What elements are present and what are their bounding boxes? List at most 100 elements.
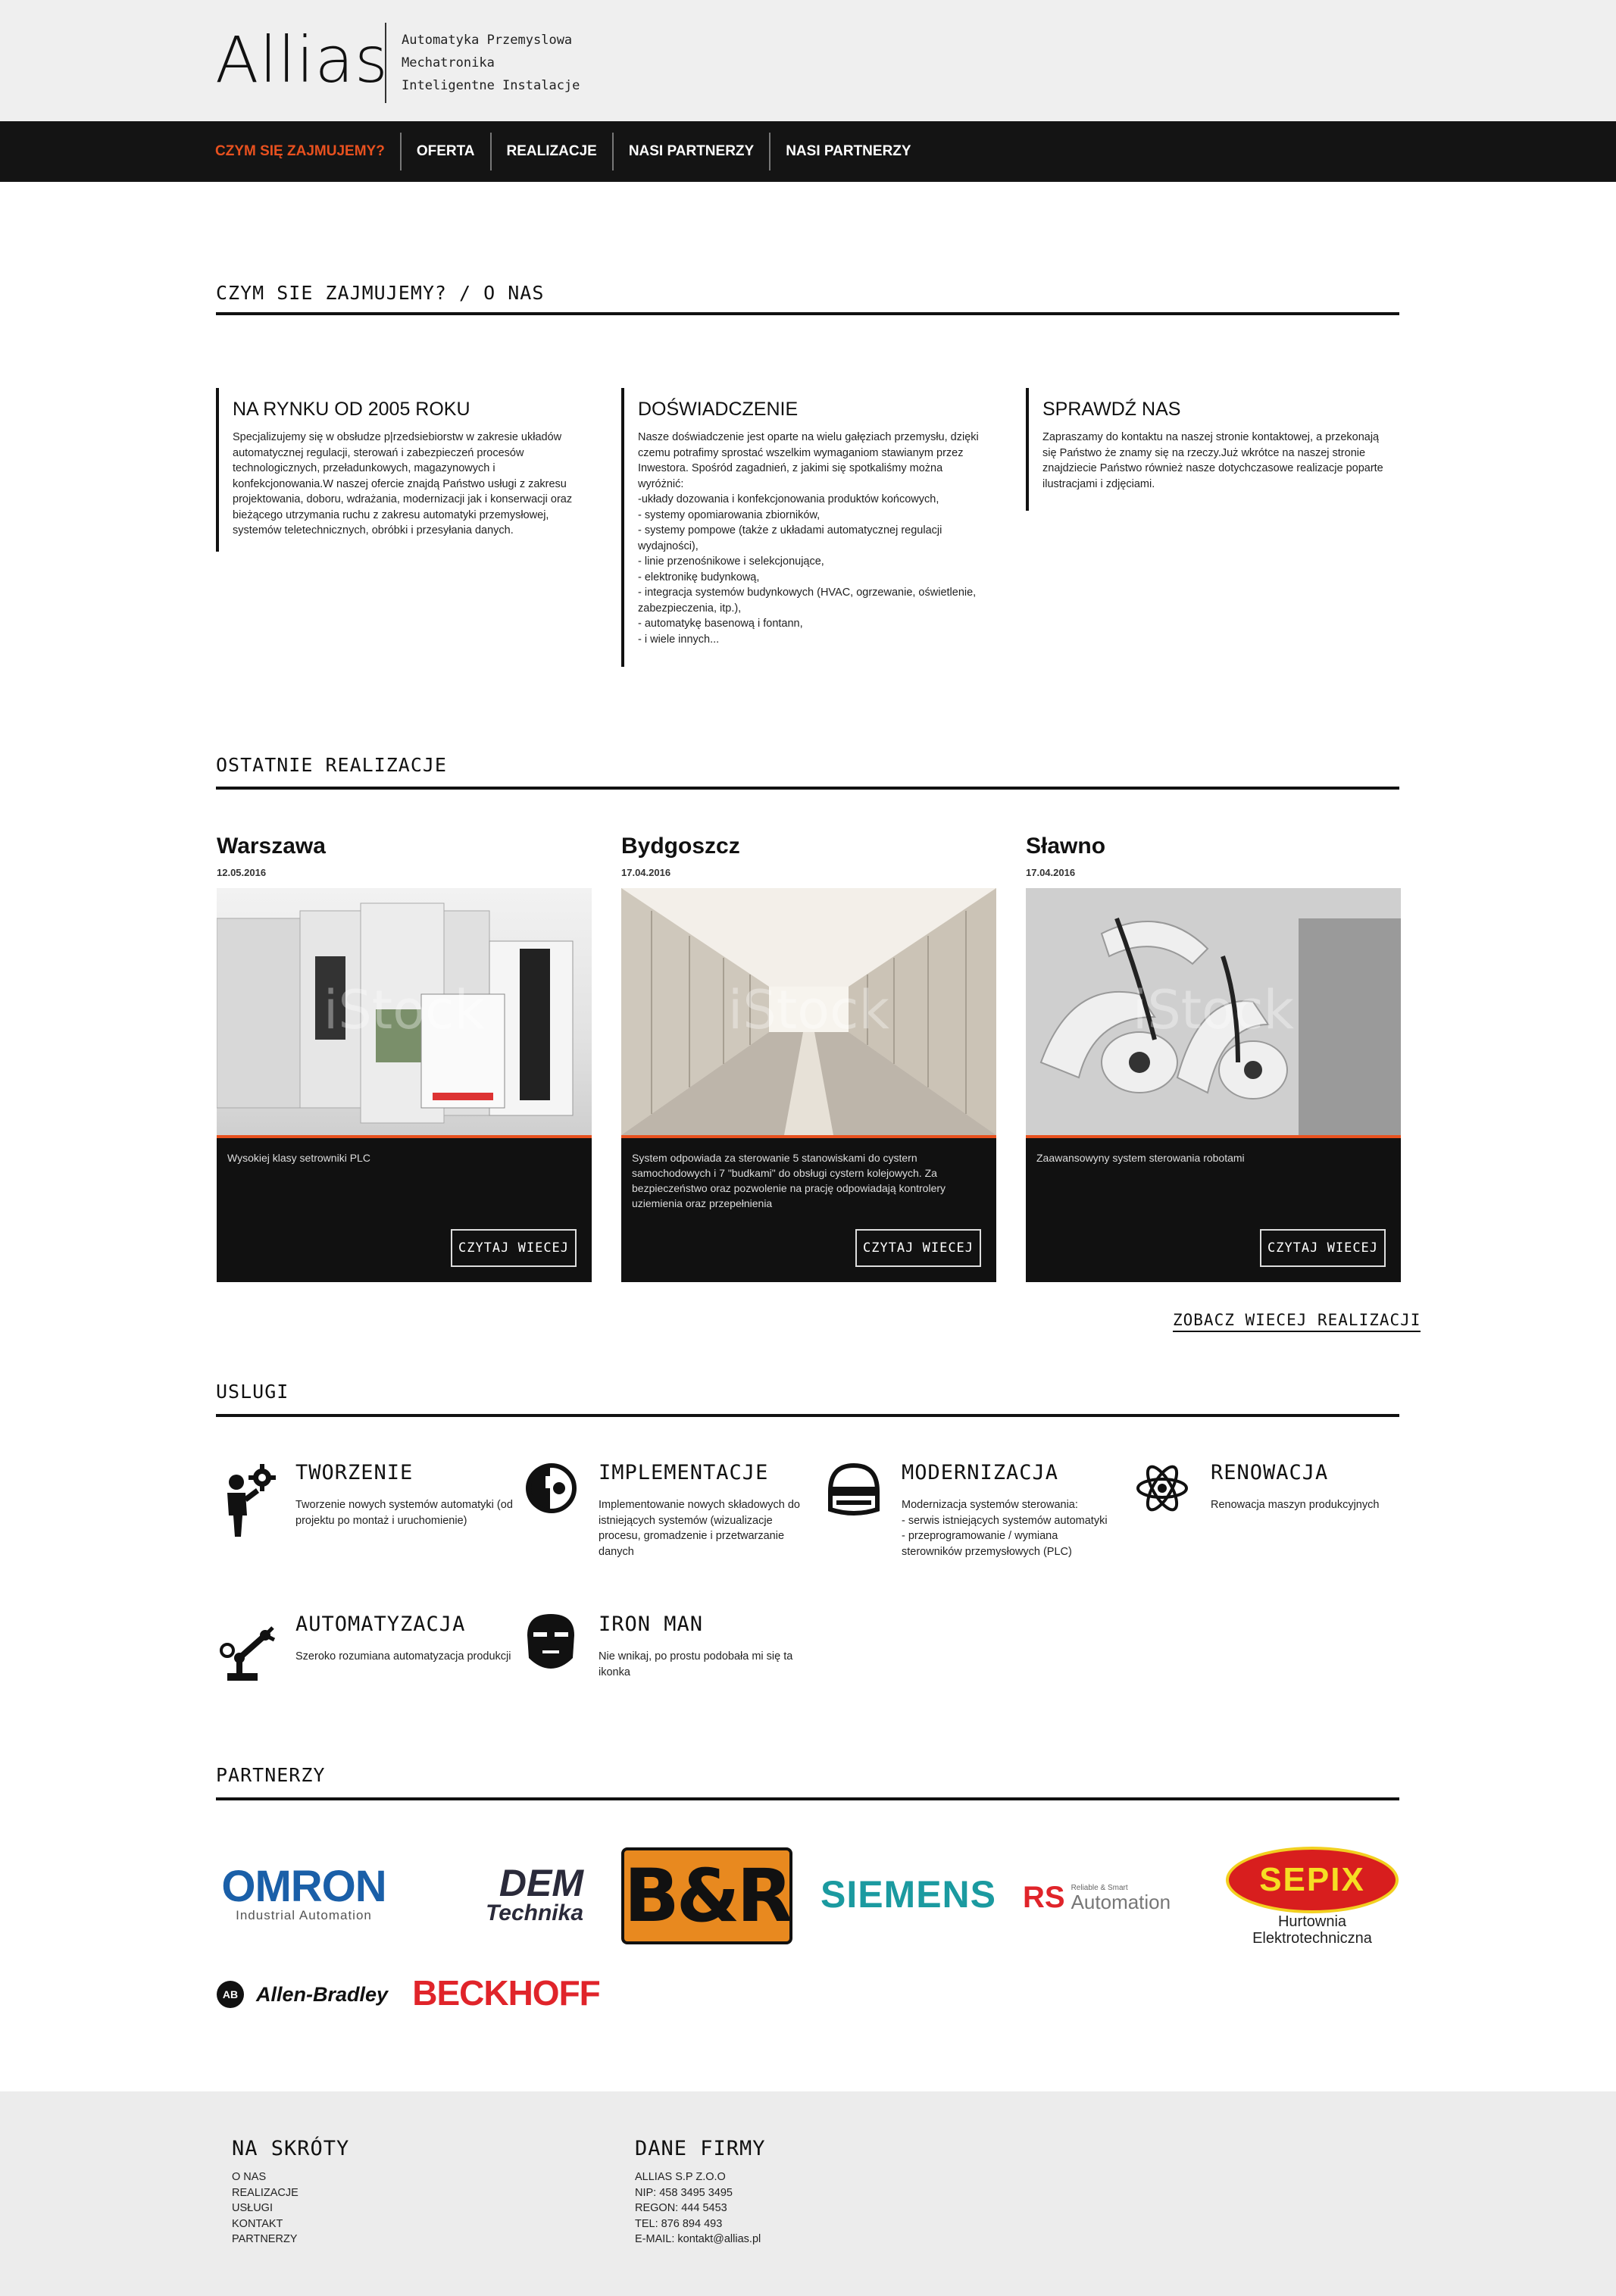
- service-name: MODERNIZACJA: [902, 1461, 1059, 1484]
- service-text: Renowacja maszyn produkcyjnych: [1211, 1499, 1380, 1511]
- realizacja-city: Bydgoszcz: [621, 834, 740, 859]
- footer-shortcuts: NA SKRÓTY O NAS REALIZACJE USŁUGI KONTAK…: [232, 2137, 349, 2248]
- service-text: Nie wnikaj, po prostu podobała mi się ta…: [599, 1650, 793, 1678]
- uslugi-title: USLUGI: [216, 1381, 289, 1403]
- site-logo[interactable]: Allias: [215, 23, 389, 97]
- footer-company-title: DANE FIRMY: [635, 2137, 766, 2160]
- main-nav: CZYM SIĘ ZAJMUJEMY? OFERTA REALIZACJE NA…: [0, 121, 1616, 182]
- omron-sub: Industrial Automation: [236, 1908, 372, 1922]
- about-heading: DOŚWIADCZENIE: [638, 399, 799, 420]
- service-name: IMPLEMENTACJE: [599, 1461, 769, 1484]
- nav-item-czym-sie-zajmujemy[interactable]: CZYM SIĘ ZAJMUJEMY?: [215, 133, 400, 170]
- beckhoff-wordmark: BECKHOFF: [412, 1973, 601, 2013]
- tagline-line: Inteligentne Instalacje: [402, 78, 580, 93]
- rs-wordmark: RS: [1023, 1880, 1065, 1914]
- partner-dem-logo[interactable]: DEM Technika: [421, 1864, 583, 1925]
- nav-item-oferta[interactable]: OFERTA: [399, 133, 490, 170]
- service-text: Szeroko rozumiana automatyzacja produkcj…: [295, 1650, 511, 1663]
- footer-link-uslugi[interactable]: USŁUGI: [232, 2201, 349, 2216]
- service-tworzenie: TWORZENIE Tworzenie nowych systemów auto…: [220, 1461, 513, 1544]
- partnerzy-rule: [216, 1797, 1399, 1800]
- realizacja-desc: Zaawansowyny system sterowania robotami: [1036, 1152, 1245, 1164]
- logo-divider: [385, 23, 386, 103]
- service-renowacja: RENOWACJA Renowacja maszyn produkcyjnych: [1135, 1461, 1423, 1544]
- service-name: IRON MAN: [599, 1613, 704, 1636]
- image-watermark: iStock: [1132, 979, 1295, 1041]
- partner-sepix-logo[interactable]: SEPIX Hurtownia Elektrotechniczna: [1224, 1843, 1400, 1950]
- service-automatyzacja: AUTOMATYZACJA Szeroko rozumiana automaty…: [220, 1613, 511, 1696]
- plc-photo[interactable]: iStock: [217, 888, 592, 1135]
- company-tel: TEL: 876 894 493: [635, 2217, 723, 2230]
- sepix-wordmark: SEPIX: [1259, 1861, 1365, 1898]
- footer-link-partnerzy[interactable]: PARTNERZY: [232, 2232, 349, 2248]
- image-watermark: iStock: [323, 979, 486, 1041]
- about-heading: SPRAWDŹ NAS: [1042, 399, 1181, 420]
- partner-omron-logo[interactable]: OMRON Industrial Automation: [217, 1864, 391, 1925]
- nav-item-realizacje[interactable]: REALIZACJE: [489, 133, 612, 170]
- partner-allen-bradley-logo[interactable]: AB Allen-Bradley: [217, 1978, 391, 2011]
- about-text: Specjalizujemy się w obsłudze p|rzedsieb…: [233, 431, 573, 536]
- about-text: Zapraszamy do kontaktu na naszej stronie…: [1042, 431, 1383, 490]
- partner-beckhoff-logo[interactable]: BECKHOFF: [412, 1972, 601, 2014]
- dem-sub: Technika: [486, 1900, 583, 1925]
- image-watermark: iStock: [727, 979, 890, 1041]
- partner-rs-logo[interactable]: RS Reliable & Smart Automation: [1023, 1875, 1200, 1920]
- more-realizacje-link[interactable]: ZOBACZ WIECEJ REALIZACJI: [1173, 1311, 1421, 1332]
- realizacja-desc: System odpowiada za sterowanie 5 stanowi…: [632, 1152, 946, 1209]
- tagline-line: Mechatronika: [402, 55, 495, 70]
- company-email[interactable]: E-MAIL: kontakt@allias.pl: [635, 2232, 766, 2248]
- realizacja-card-warszawa: Warszawa 12.05.2016 iStock Wysokiej klas…: [217, 834, 592, 1282]
- sepix-ellipse: SEPIX: [1226, 1847, 1399, 1913]
- nav-item-nasi-partnerzy-2[interactable]: NASI PARTNERZY: [769, 133, 926, 170]
- about-text: Nasze doświadczenie jest oparte na wielu…: [638, 431, 979, 646]
- company-regon: REGON: 444 5453: [635, 2202, 727, 2214]
- uslugi-rule: [216, 1414, 1399, 1417]
- atom-icon: [1136, 1465, 1188, 1512]
- allen-bradley-wordmark: Allen-Bradley: [256, 1982, 389, 2006]
- rs-sub: Automation: [1071, 1890, 1171, 1913]
- service-name: RENOWACJA: [1211, 1461, 1329, 1484]
- realizacje-title: OSTATNIE REALIZACJE: [216, 754, 447, 776]
- partnerzy-title: PARTNERZY: [216, 1764, 326, 1786]
- about-heading: NA RYNKU OD 2005 ROKU: [233, 399, 470, 420]
- read-more-button[interactable]: CZYTAJ WIECEJ: [451, 1229, 577, 1267]
- about-title: CZYM SIE ZAJMUJEMY? / O NAS: [216, 282, 545, 304]
- ab-badge: AB: [217, 1981, 244, 2008]
- realizacja-date: 17.04.2016: [1026, 867, 1076, 878]
- footer-link-kontakt[interactable]: KONTAKT: [232, 2216, 349, 2232]
- dem-wordmark: DEM: [499, 1862, 583, 1904]
- realizacja-date: 12.05.2016: [217, 867, 267, 878]
- service-text: Tworzenie nowych systemów automatyki (od…: [295, 1499, 513, 1527]
- service-name: TWORZENIE: [295, 1461, 414, 1484]
- corridor-photo[interactable]: iStock: [621, 888, 996, 1135]
- robots-photo[interactable]: iStock: [1026, 888, 1401, 1135]
- realizacja-city: Warszawa: [217, 834, 326, 859]
- partner-br-logo[interactable]: B&R: [621, 1847, 792, 1944]
- robot-arm-icon: [220, 1626, 276, 1681]
- about-rule: [216, 312, 1399, 315]
- service-modernizacja: MODERNIZACJA Modernizacja systemów stero…: [826, 1461, 1114, 1558]
- realizacja-desc: Wysokiej klasy setrowniki PLC: [227, 1152, 370, 1164]
- read-more-button[interactable]: CZYTAJ WIECEJ: [855, 1229, 981, 1267]
- worker-gear-icon: [227, 1464, 276, 1537]
- company-name: ALLIAS S.P Z.O.O: [635, 2171, 726, 2183]
- realizacja-date: 17.04.2016: [621, 867, 671, 878]
- service-iron-man: IRON MAN Nie wnikaj, po prostu podobała …: [523, 1613, 811, 1696]
- service-implementacje: IMPLEMENTACJE Implementowanie nowych skł…: [523, 1461, 811, 1558]
- footer-link-realizacje[interactable]: REALIZACJE: [232, 2185, 349, 2201]
- about-column-rynek: NA RYNKU OD 2005 ROKU Specjalizujemy się…: [216, 388, 580, 552]
- tagline-line: Automatyka Przemyslowa: [402, 33, 573, 48]
- site-header: Allias Automatyka Przemyslowa Mechatroni…: [0, 0, 1616, 121]
- br-wordmark: B&R: [624, 1853, 793, 1938]
- company-nip: NIP: 458 3495 3495: [635, 2186, 733, 2199]
- realizacja-card-slawno: Sławno 17.04.2016 iStock Zaawansowyny sy…: [1026, 834, 1401, 1282]
- nav-item-nasi-partnerzy[interactable]: NASI PARTNERZY: [611, 133, 769, 170]
- realizacja-body: Zaawansowyny system sterowania robotami …: [1026, 1138, 1401, 1282]
- partner-siemens-logo[interactable]: SIEMENS: [821, 1872, 996, 1917]
- realizacja-card-bydgoszcz: Bydgoszcz 17.04.2016 iStock System odpow…: [621, 834, 996, 1282]
- footer-link-o-nas[interactable]: O NAS: [232, 2169, 349, 2185]
- read-more-button[interactable]: CZYTAJ WIECEJ: [1260, 1229, 1386, 1267]
- service-text: Implementowanie nowych składowych do ist…: [599, 1499, 800, 1558]
- footer-shortcuts-title: NA SKRÓTY: [232, 2137, 350, 2160]
- siemens-wordmark: SIEMENS: [820, 1873, 997, 1916]
